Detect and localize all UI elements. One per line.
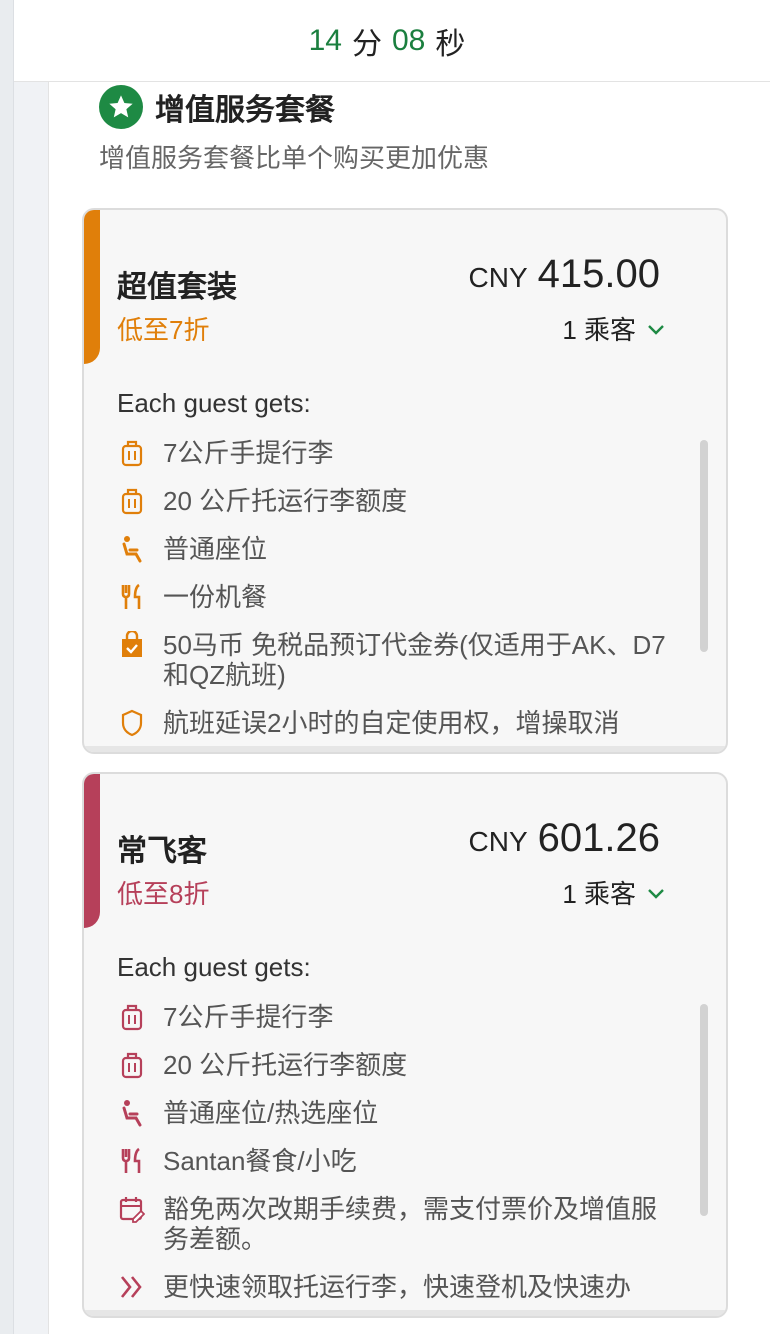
- package-card-value[interactable]: 超值套装 低至7折 CNY 415.00 1 乘客 Each guest get…: [82, 208, 728, 754]
- star-icon: [99, 85, 143, 129]
- package-discount: 低至7折: [117, 315, 210, 345]
- meal-icon: [117, 582, 147, 612]
- chevron-down-icon: [646, 313, 666, 344]
- value-pack-panel: 增值服务套餐 增值服务套餐比单个购买更加优惠 超值套装 低至7折 CNY 415…: [48, 82, 770, 1334]
- benefit-text: 普通座位/热选座位: [163, 1098, 379, 1128]
- fast-track-icon: [117, 1272, 147, 1302]
- card-accent: [84, 774, 100, 928]
- benefit-text: 20 公斤托运行李额度: [163, 486, 408, 516]
- benefit-item: 普通座位/热选座位: [117, 1098, 677, 1128]
- package-card-frequent-flyer[interactable]: 常飞客 低至8折 CNY 601.26 1 乘客 Each guest gets…: [82, 772, 728, 1318]
- scrollbar[interactable]: [700, 1004, 708, 1216]
- benefit-item: 普通座位: [117, 534, 677, 564]
- timer-seconds: 08: [392, 23, 426, 57]
- benefit-item: 航班延误2小时的自定使用权，增操取消: [117, 708, 677, 738]
- luggage-icon: [117, 1050, 147, 1080]
- package-price: CNY 601.26: [469, 816, 660, 861]
- luggage-icon: [117, 1002, 147, 1032]
- benefit-item: 豁免两次改期手续费，需支付票价及增值服务差额。: [117, 1194, 677, 1254]
- timer-minutes-unit: 分: [352, 27, 382, 61]
- left-rail: [0, 0, 14, 1334]
- benefit-text: 航班延误2小时的自定使用权，增操取消: [163, 708, 620, 738]
- passenger-count: 1 乘客: [562, 879, 636, 909]
- benefit-item: 一份机餐: [117, 582, 677, 612]
- benefit-text: Santan餐食/小吃: [163, 1146, 357, 1176]
- chevron-down-icon: [646, 877, 666, 908]
- price-amount: 415.00: [537, 252, 660, 296]
- benefit-item: Santan餐食/小吃: [117, 1146, 677, 1176]
- benefit-text: 7公斤手提行李: [163, 1002, 334, 1032]
- price-currency: CNY: [468, 262, 528, 293]
- shield-icon: [117, 708, 147, 738]
- price-amount: 601.26: [537, 816, 660, 860]
- passenger-selector[interactable]: 1 乘客: [562, 310, 666, 347]
- benefit-list: 7公斤手提行李 20 公斤托运行李额度 普通座位 一份机餐 50马币 免税品预订…: [117, 438, 677, 752]
- luggage-icon: [117, 486, 147, 516]
- price-currency: CNY: [468, 826, 528, 857]
- passenger-selector[interactable]: 1 乘客: [562, 874, 666, 911]
- card-accent: [84, 210, 100, 364]
- benefit-text: 7公斤手提行李: [163, 438, 334, 468]
- each-guest-label: Each guest gets:: [117, 388, 311, 418]
- package-title: 常飞客: [117, 835, 207, 868]
- seat-icon: [117, 534, 147, 564]
- section-header: 增值服务套餐: [99, 85, 335, 129]
- package-price: CNY 415.00: [469, 252, 660, 297]
- shopping-bag-icon: [117, 630, 147, 660]
- meal-icon: [117, 1146, 147, 1176]
- benefit-text: 一份机餐: [163, 582, 268, 612]
- benefit-text: 更快速领取托运行李，快速登机及快速办: [163, 1272, 632, 1302]
- package-discount: 低至8折: [117, 879, 210, 909]
- card-bottom-edge: [84, 1310, 726, 1316]
- benefit-text: 豁免两次改期手续费，需支付票价及增值服务差额。: [163, 1194, 658, 1254]
- scrollbar[interactable]: [700, 440, 708, 652]
- benefit-text: 50马币 免税品预订代金券(仅适用于AK、D7和QZ航班): [163, 630, 666, 690]
- benefit-item: 20 公斤托运行李额度: [117, 1050, 677, 1080]
- card-bottom-edge: [84, 746, 726, 752]
- benefit-text: 普通座位: [163, 534, 268, 564]
- benefit-text: 20 公斤托运行李额度: [163, 1050, 408, 1080]
- luggage-icon: [117, 438, 147, 468]
- countdown-timer: 14 分 08 秒: [14, 0, 770, 82]
- benefit-item: 7公斤手提行李: [117, 438, 677, 468]
- seat-icon: [117, 1098, 147, 1128]
- benefit-list: 7公斤手提行李 20 公斤托运行李额度 普通座位/热选座位 Santan餐食/小…: [117, 1002, 677, 1316]
- timer-seconds-unit: 秒: [435, 27, 466, 61]
- benefit-item: 50马币 免税品预订代金券(仅适用于AK、D7和QZ航班): [117, 630, 677, 690]
- section-subtitle: 增值服务套餐比单个购买更加优惠: [99, 143, 490, 173]
- benefit-item: 更快速领取托运行李，快速登机及快速办: [117, 1272, 677, 1302]
- package-title: 超值套装: [117, 271, 237, 304]
- benefit-item: 20 公斤托运行李额度: [117, 486, 677, 516]
- each-guest-label: Each guest gets:: [117, 952, 311, 982]
- benefit-item: 7公斤手提行李: [117, 1002, 677, 1032]
- calendar-edit-icon: [117, 1194, 147, 1224]
- passenger-count: 1 乘客: [562, 315, 636, 345]
- timer-minutes: 14: [308, 23, 342, 57]
- section-title: 增值服务套餐: [155, 94, 335, 127]
